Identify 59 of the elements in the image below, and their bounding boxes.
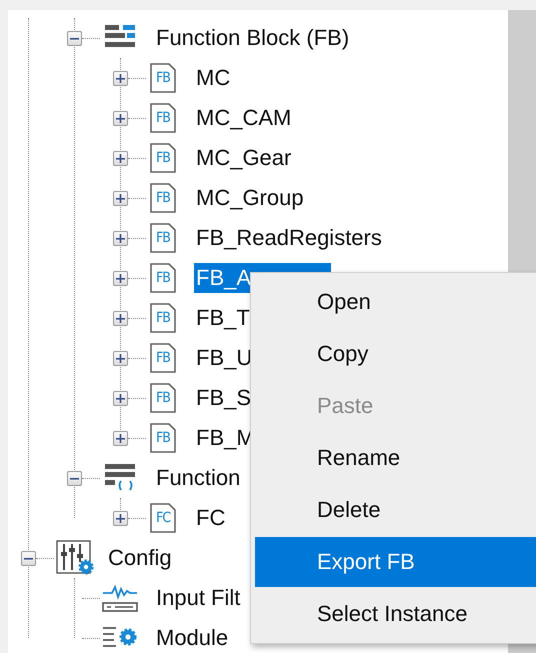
expand-button[interactable]: [113, 110, 128, 126]
expand-button[interactable]: [113, 430, 128, 446]
file-icon: FC: [150, 503, 176, 533]
plus-icon: [116, 394, 125, 402]
menu-item[interactable]: Delete: [255, 484, 536, 536]
tree-item[interactable]: FC: [194, 503, 228, 533]
plus-icon: [116, 354, 125, 362]
file-icon: FB: [150, 343, 176, 373]
tree-item[interactable]: Function: [154, 463, 242, 493]
plus-icon: [116, 114, 125, 122]
expand-button[interactable]: [113, 270, 128, 286]
tree-item[interactable]: Function Block (FB): [154, 23, 352, 53]
file-icon: FB: [150, 63, 176, 93]
expand-button[interactable]: [113, 510, 128, 526]
menu-item[interactable]: Export FB: [255, 537, 536, 587]
plus-icon: [116, 74, 125, 82]
file-icon: FB: [150, 223, 176, 253]
file-icon: FB: [150, 143, 176, 173]
expand-button[interactable]: [113, 70, 128, 86]
tree-item[interactable]: Input Filt: [154, 583, 242, 613]
file-icon: FB: [150, 183, 176, 213]
file-icon: FB: [150, 423, 176, 453]
plus-icon: [116, 314, 125, 322]
plus-icon: [116, 234, 125, 242]
tree-item[interactable]: MC: [194, 63, 232, 93]
expand-button[interactable]: [113, 150, 128, 166]
plus-icon: [116, 154, 125, 162]
tree-item[interactable]: FB_S: [194, 383, 254, 413]
plus-icon: [116, 194, 125, 202]
collapse-button[interactable]: [67, 470, 82, 486]
menu-item[interactable]: Open: [255, 276, 536, 328]
menu-item[interactable]: Copy: [255, 328, 536, 380]
collapse-button[interactable]: [21, 550, 36, 566]
tree-item[interactable]: FB_U: [194, 343, 254, 373]
file-icon: FB: [150, 303, 176, 333]
signal-filter-icon: [102, 583, 138, 613]
file-icon: FB: [150, 103, 176, 133]
expand-button[interactable]: [113, 190, 128, 206]
tree-item[interactable]: FB_ReadRegisters: [194, 223, 384, 253]
expand-button[interactable]: [113, 350, 128, 366]
tree-item[interactable]: MC_CAM: [194, 103, 294, 133]
tree-item[interactable]: Module: [154, 623, 230, 653]
tree-item[interactable]: FB_T: [194, 303, 252, 333]
menu-item[interactable]: Rename: [255, 432, 536, 484]
expand-button[interactable]: [113, 310, 128, 326]
plus-icon: [116, 274, 125, 282]
plus-icon: [116, 514, 125, 522]
file-icon: FB: [150, 263, 176, 293]
function-list-icon: [105, 464, 135, 492]
file-icon: FB: [150, 383, 176, 413]
tree-item[interactable]: MC_Gear: [194, 143, 294, 173]
menu-item[interactable]: Select Instance: [255, 588, 536, 640]
tree-item[interactable]: MC_Group: [194, 183, 306, 213]
expand-button[interactable]: [113, 230, 128, 246]
tree-item[interactable]: Config: [106, 543, 174, 573]
plus-icon: [116, 434, 125, 442]
collapse-button[interactable]: [67, 30, 82, 46]
expand-button[interactable]: [113, 390, 128, 406]
config-icon: [56, 540, 96, 576]
